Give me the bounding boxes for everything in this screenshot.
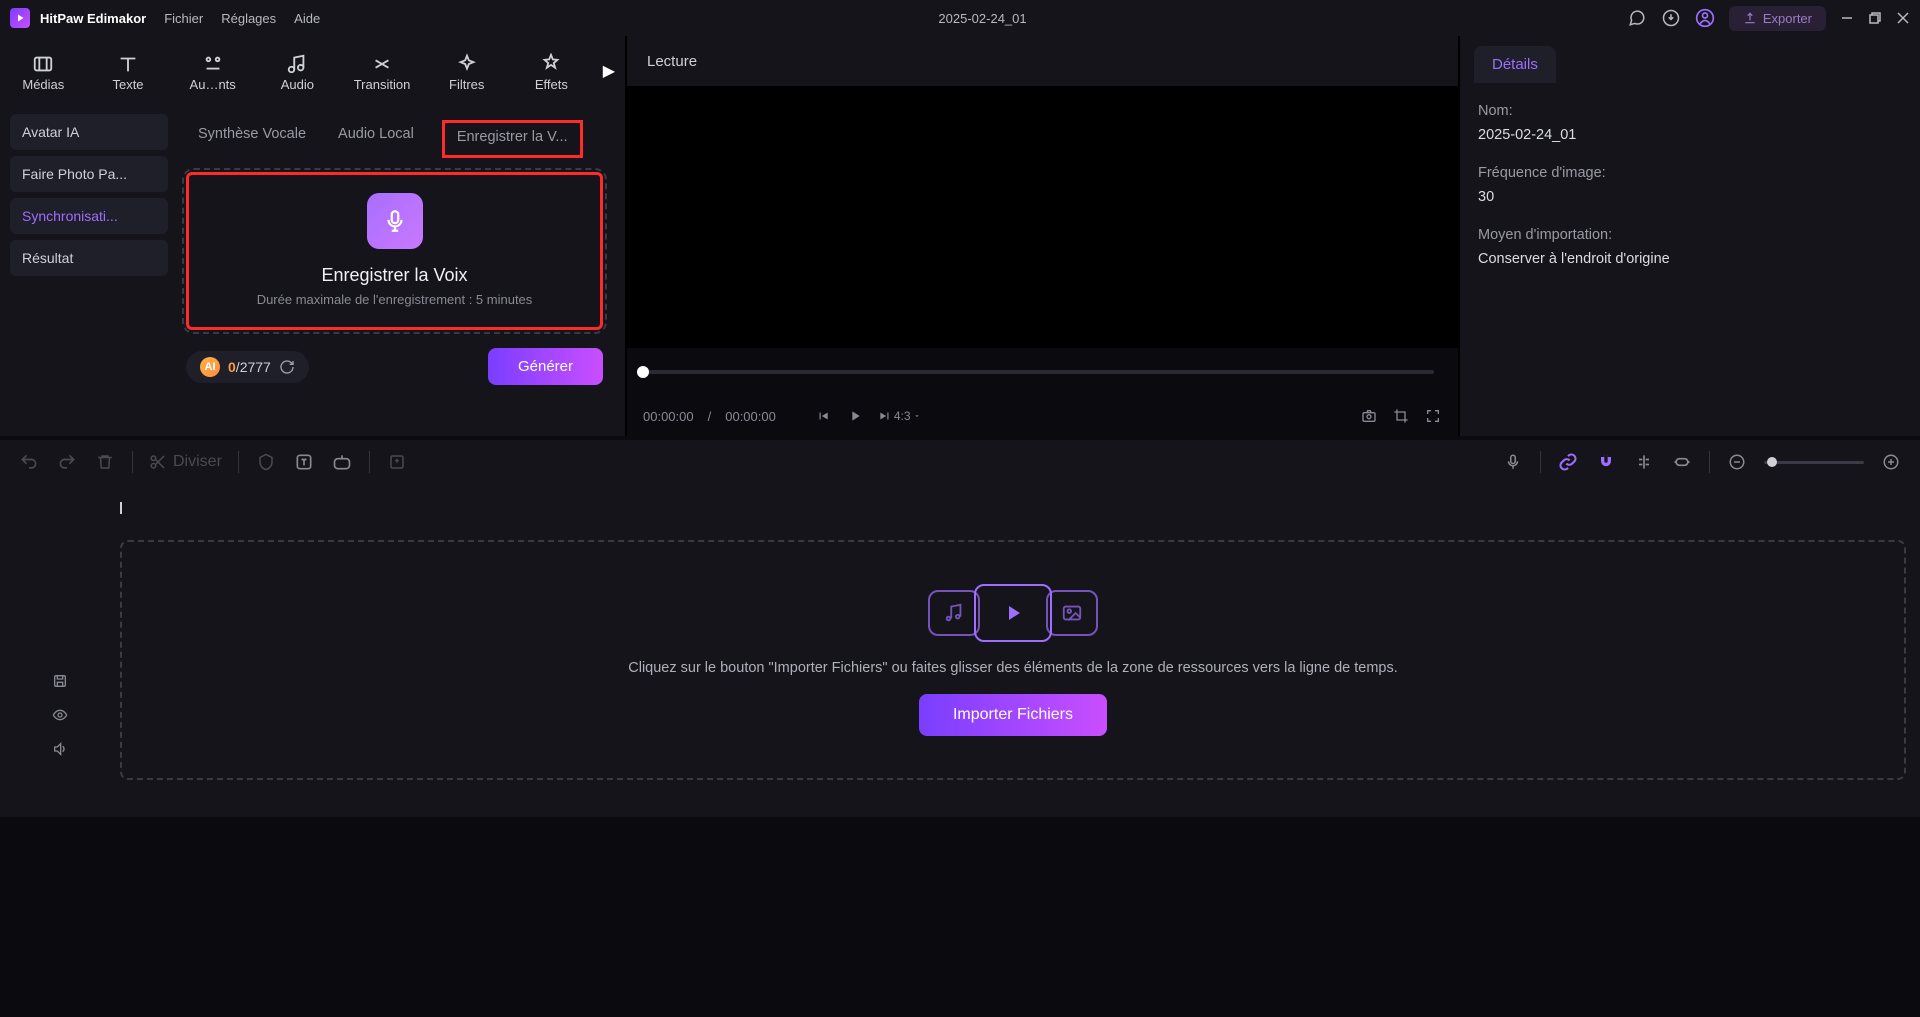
details-import-label: Moyen d'importation: [1478, 227, 1902, 243]
details-name-label: Nom: [1478, 103, 1902, 119]
sidebar-item-result[interactable]: Résultat [10, 240, 168, 276]
text-icon [117, 51, 139, 77]
sidebar-item-sync[interactable]: Synchronisati... [10, 198, 168, 234]
zoom-in-icon[interactable] [1880, 451, 1902, 473]
delete-icon[interactable] [94, 451, 116, 473]
media-sidebar: Avatar IA Faire Photo Pa... Synchronisat… [0, 106, 178, 436]
timeline-audio-icon[interactable] [52, 741, 68, 757]
timeline-dropzone[interactable]: Cliquez sur le bouton "Importer Fichiers… [120, 540, 1906, 780]
ai-tool-icon[interactable] [331, 451, 353, 473]
generate-button[interactable]: Générer [488, 348, 603, 385]
download-icon[interactable] [1661, 8, 1681, 28]
timeline-eye-icon[interactable] [52, 707, 68, 723]
link-active-icon[interactable] [1557, 451, 1579, 473]
mic-tool-icon[interactable] [1502, 451, 1524, 473]
details-panel: Nom: 2025-02-24_01 Fréquence d'image: 30… [1460, 83, 1920, 309]
record-subtitle: Durée maximale de l'enregistrement : 5 m… [257, 292, 533, 307]
audio-icon [286, 51, 308, 77]
snapshot-icon[interactable] [1360, 407, 1378, 425]
credits-used: 0 [228, 359, 236, 375]
more-tabs-arrow[interactable]: ▶ [603, 61, 615, 81]
project-title: 2025-02-24_01 [338, 11, 1627, 26]
app-name: HitPaw Edimakor [40, 11, 146, 26]
tab-effects[interactable]: Effets [518, 51, 585, 92]
timeline: Cliquez sur le bouton "Importer Fichiers… [0, 484, 1920, 817]
autocaption-icon [202, 51, 224, 77]
credits-total: 2777 [240, 359, 271, 375]
credits-refresh-icon[interactable] [279, 359, 295, 375]
dropzone-text: Cliquez sur le bouton "Importer Fichiers… [608, 660, 1418, 676]
details-tab[interactable]: Détails [1474, 46, 1556, 83]
fit-icon[interactable] [1671, 451, 1693, 473]
close-button[interactable] [1896, 11, 1910, 25]
subtab-record-voice[interactable]: Enregistrer la V... [442, 120, 583, 158]
playhead[interactable] [120, 502, 122, 514]
maximize-button[interactable] [1868, 11, 1882, 25]
timeline-toolbar: Diviser [0, 436, 1920, 484]
title-bar: HitPaw Edimakor Fichier Réglages Aide 20… [0, 0, 1920, 36]
preview-controls [627, 348, 1458, 396]
user-icon[interactable] [1695, 8, 1715, 28]
tab-text[interactable]: Texte [95, 51, 162, 92]
minimize-button[interactable] [1840, 11, 1854, 25]
effects-icon [540, 51, 562, 77]
play-icon[interactable] [846, 407, 864, 425]
import-files-button[interactable]: Importer Fichiers [919, 694, 1107, 736]
export-label: Exporter [1763, 11, 1812, 26]
main-tool-tabs: Médias Texte Au…nts Audio Transition Fil… [0, 36, 625, 106]
credits-coin-icon: AI [200, 357, 220, 377]
record-title: Enregistrer la Voix [321, 265, 467, 286]
align-icon[interactable] [1633, 451, 1655, 473]
chat-icon[interactable] [1627, 8, 1647, 28]
zoom-out-icon[interactable] [1726, 451, 1748, 473]
redo-icon[interactable] [56, 451, 78, 473]
magnet-icon[interactable] [1595, 451, 1617, 473]
tab-transition[interactable]: Transition [349, 51, 416, 92]
media-icon [32, 51, 54, 77]
undo-icon[interactable] [18, 451, 40, 473]
split-button[interactable]: Diviser [149, 451, 222, 473]
app-logo [10, 8, 30, 28]
details-import-value: Conserver à l'endroit d'origine [1478, 251, 1902, 267]
subtab-tts[interactable]: Synthèse Vocale [194, 120, 310, 158]
menu-file[interactable]: Fichier [164, 11, 203, 26]
tab-audio[interactable]: Audio [264, 51, 331, 92]
sidebar-item-avatar[interactable]: Avatar IA [10, 114, 168, 150]
details-fps-value: 30 [1478, 189, 1902, 205]
next-frame-icon[interactable]: 4:3 [878, 407, 921, 425]
details-fps-label: Fréquence d'image: [1478, 165, 1902, 181]
dropzone-graphic [928, 584, 1098, 642]
preview-title: Lecture [627, 36, 1458, 86]
tab-autocaption[interactable]: Au…nts [179, 51, 246, 92]
credits-pill: AI 0/2777 [186, 351, 309, 383]
preview-time-total: 00:00:00 [725, 409, 776, 424]
preview-progress[interactable] [643, 370, 1434, 374]
prev-frame-icon[interactable] [814, 407, 832, 425]
transition-icon [371, 51, 393, 77]
sidebar-item-photo[interactable]: Faire Photo Pa... [10, 156, 168, 192]
tab-media[interactable]: Médias [10, 51, 77, 92]
crop-icon[interactable] [1392, 407, 1410, 425]
preview-time-current: 00:00:00 [643, 409, 694, 424]
audio-subtabs: Synthèse Vocale Audio Local Enregistrer … [182, 114, 607, 158]
subtab-local-audio[interactable]: Audio Local [334, 120, 418, 158]
record-voice-panel: Enregistrer la Voix Durée maximale de l'… [182, 168, 607, 334]
marker-icon[interactable] [255, 451, 277, 473]
preview-canvas [627, 86, 1458, 348]
tab-filters[interactable]: Filtres [433, 51, 500, 92]
text-tool-icon[interactable] [293, 451, 315, 473]
export-clip-icon[interactable] [386, 451, 408, 473]
record-mic-button[interactable] [367, 193, 423, 249]
menu-settings[interactable]: Réglages [221, 11, 276, 26]
timeline-ruler[interactable] [120, 502, 1906, 520]
menu-help[interactable]: Aide [294, 11, 320, 26]
filters-icon [456, 51, 478, 77]
export-button[interactable]: Exporter [1729, 6, 1826, 31]
timeline-save-icon[interactable] [52, 673, 68, 689]
details-name-value: 2025-02-24_01 [1478, 127, 1902, 143]
zoom-slider[interactable] [1764, 461, 1864, 464]
fullscreen-icon[interactable] [1424, 407, 1442, 425]
